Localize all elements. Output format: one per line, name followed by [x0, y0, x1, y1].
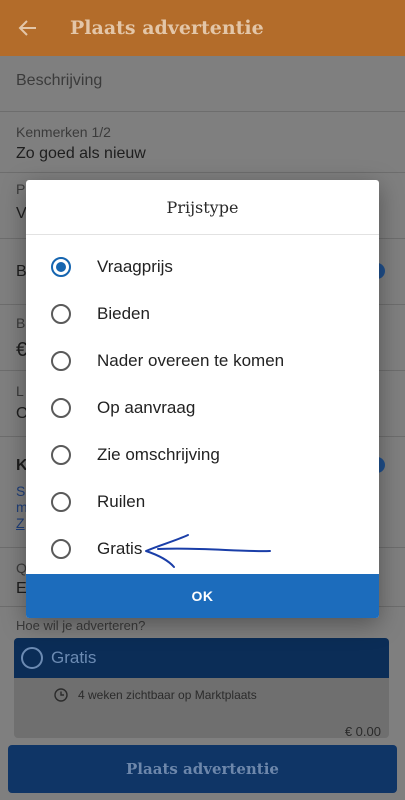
app-bar: Plaats advertentie [0, 0, 405, 56]
plan-card-free[interactable]: Gratis 4 weken zichtbaar op Marktplaats … [14, 638, 389, 739]
option-label: Gratis [97, 539, 143, 558]
radio-unchecked-icon[interactable] [51, 492, 71, 512]
price-type-dialog: Prijstype Vraagprijs Bieden Nader overee… [26, 180, 379, 618]
plan-feature-text: 4 weken zichtbaar op Marktplaats [78, 688, 257, 702]
ok-button[interactable]: OK [26, 574, 379, 618]
option-label: Zie omschrijving [97, 445, 220, 464]
features-label: Kenmerken 1/2 [16, 124, 111, 140]
advertise-question: Hoe wil je adverteren? [16, 618, 146, 633]
price-label: B [16, 315, 26, 331]
clock-icon [54, 688, 68, 702]
description-row[interactable]: Beschrijving [0, 56, 405, 112]
option-vraagprijs[interactable]: Vraagprijs [26, 244, 379, 290]
option-label: Ruilen [97, 492, 146, 511]
option-ruilen[interactable]: Ruilen [26, 479, 379, 525]
delivery-label: L [16, 383, 24, 399]
dialog-title: Prijstype [26, 180, 379, 235]
radio-unchecked-icon[interactable] [51, 304, 71, 324]
option-gratis[interactable]: Gratis [26, 526, 379, 572]
plan-name: Gratis [51, 648, 97, 667]
radio-unchecked-icon[interactable] [51, 398, 71, 418]
plan-radio-icon[interactable] [21, 647, 43, 669]
radio-unchecked-icon[interactable] [51, 539, 71, 559]
price-type-label: P [16, 181, 26, 197]
option-label: Op aanvraag [97, 398, 196, 417]
radio-unchecked-icon[interactable] [51, 445, 71, 465]
radio-checked-icon[interactable] [51, 257, 71, 277]
extra-line-1: S [16, 483, 26, 499]
option-nader-overeen[interactable]: Nader overeen te komen [26, 338, 379, 384]
features-value: Zo goed als nieuw [16, 145, 146, 162]
arrow-left-icon [18, 20, 36, 36]
option-label: Vraagprijs [97, 257, 173, 276]
option-label: Nader overeen te komen [97, 351, 285, 370]
page-title: Plaats advertentie [70, 17, 264, 39]
option-op-aanvraag[interactable]: Op aanvraag [26, 385, 379, 431]
radio-unchecked-icon[interactable] [51, 351, 71, 371]
plan-feature: 4 weken zichtbaar op Marktplaats [54, 688, 257, 702]
features-row[interactable]: Kenmerken 1/2 Zo goed als nieuw [0, 112, 405, 173]
description-label: Beschrijving [16, 72, 103, 89]
plan-card-header[interactable]: Gratis [14, 638, 389, 678]
submit-ad-button[interactable]: Plaats advertentie [8, 745, 397, 793]
option-label: Bieden [97, 304, 150, 323]
plan-price: € 0.00 [344, 724, 381, 739]
option-zie-omschrijving[interactable]: Zie omschrijving [26, 432, 379, 478]
back-button[interactable] [0, 0, 56, 56]
extra-link[interactable]: Z [16, 515, 25, 531]
option-bieden[interactable]: Bieden [26, 291, 379, 337]
